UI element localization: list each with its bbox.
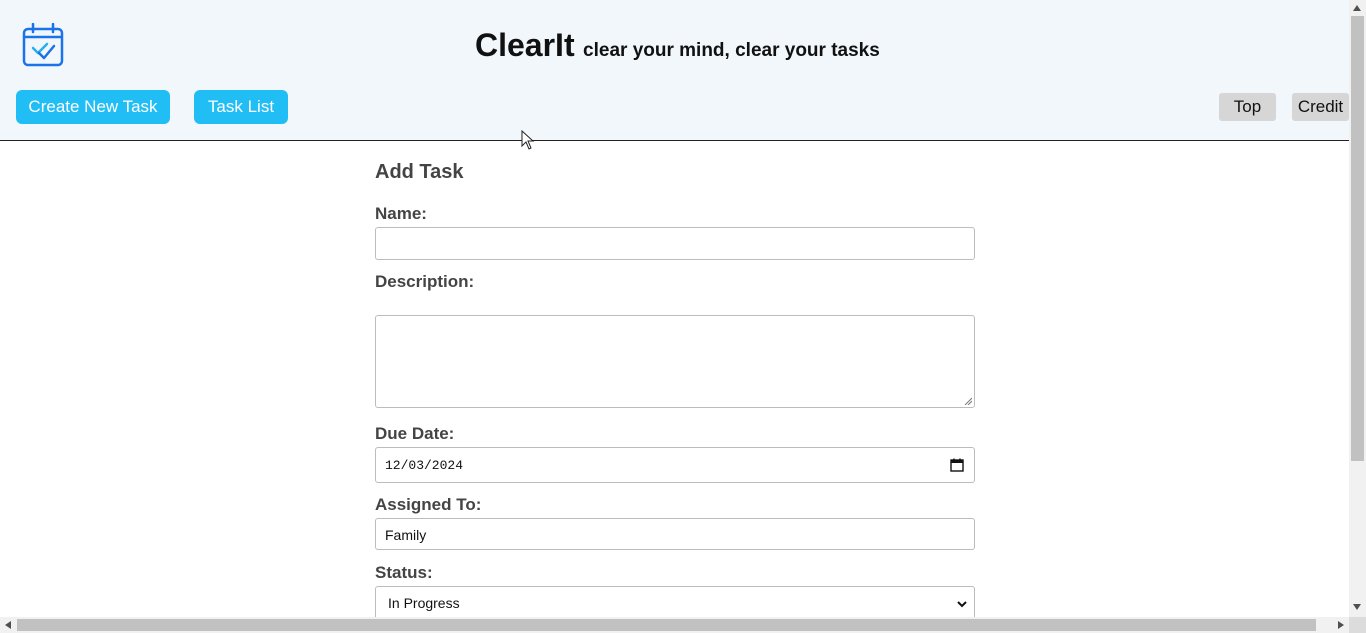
due-date-input[interactable]: 12/03/2024: [375, 447, 975, 483]
status-label: Status:: [375, 563, 433, 582]
page: ClearIt clear your mind, clear your task…: [0, 0, 1349, 617]
name-input[interactable]: [375, 227, 975, 260]
status-select[interactable]: In Progress: [375, 586, 975, 617]
scroll-down-arrow-icon[interactable]: [1353, 603, 1361, 611]
scroll-up-arrow-icon[interactable]: [1353, 4, 1361, 12]
credit-button[interactable]: Credit: [1292, 93, 1349, 121]
due-date-value: 12/03/2024: [385, 458, 464, 473]
mouse-cursor-icon: [521, 130, 535, 150]
scroll-left-arrow-icon[interactable]: [4, 621, 12, 629]
calendar-check-icon[interactable]: [22, 23, 64, 67]
scroll-right-arrow-icon[interactable]: [1337, 621, 1345, 629]
chevron-down-icon: [957, 601, 967, 608]
name-label: Name:: [375, 204, 427, 223]
app-tagline: clear your mind, clear your tasks: [583, 40, 880, 61]
resize-grip-icon[interactable]: [964, 397, 972, 405]
top-header: ClearIt clear your mind, clear your task…: [0, 0, 1349, 141]
task-list-button[interactable]: Task List: [194, 90, 288, 124]
top-button[interactable]: Top: [1219, 93, 1276, 121]
due-date-label: Due Date:: [375, 424, 455, 443]
horizontal-scroll-thumb[interactable]: [17, 619, 1316, 631]
assigned-to-label: Assigned To:: [375, 495, 482, 514]
calendar-icon[interactable]: [950, 458, 964, 472]
brand-title: ClearIt clear your mind, clear your task…: [475, 27, 880, 64]
assigned-to-input[interactable]: Family: [375, 518, 975, 550]
description-textarea[interactable]: [375, 315, 975, 408]
form-title: Add Task: [375, 161, 464, 183]
assigned-to-value: Family: [385, 527, 427, 543]
create-new-task-button[interactable]: Create New Task: [16, 90, 170, 124]
app-name: ClearIt: [475, 27, 575, 63]
description-label: Description:: [375, 272, 475, 291]
scrollbar-corner: [1349, 617, 1366, 633]
status-value: In Progress: [388, 595, 460, 611]
vertical-scroll-thumb[interactable]: [1351, 16, 1364, 461]
